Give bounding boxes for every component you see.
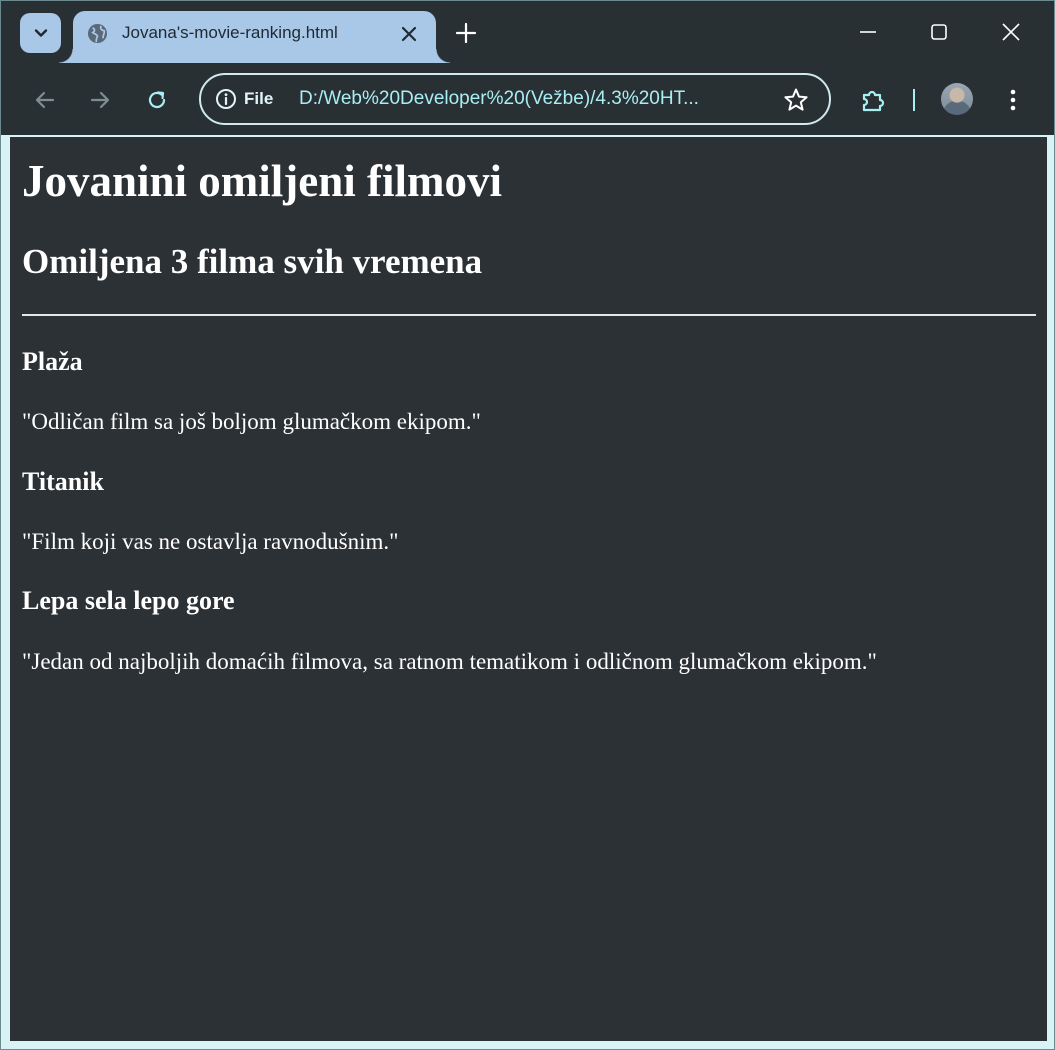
maximize-button[interactable] [924,17,954,47]
address-scheme-chip[interactable]: File [244,89,273,109]
menu-button[interactable] [999,86,1027,114]
maximize-icon [931,24,947,40]
close-window-button[interactable] [996,17,1026,47]
toolbar-divider [913,89,915,111]
browser-window: Jovana's-movie-ranking.html File D:/Web%… [0,0,1055,1050]
movie-title: Titanik [22,467,104,496]
star-icon[interactable] [783,87,809,113]
profile-avatar[interactable] [941,83,973,115]
reload-button[interactable] [143,86,171,114]
back-button[interactable] [31,86,59,114]
reload-icon [148,91,166,109]
info-icon[interactable] [215,88,237,110]
minimize-icon [860,31,876,33]
movie-title: Plaža [22,347,83,376]
movie-review: "Odličan film sa još boljom glumačkom ek… [22,409,481,434]
tab-title: Jovana's-movie-ranking.html [122,23,338,42]
globe-icon [87,23,108,44]
page-viewport: Jovanini omiljeni filmovi Omiljena 3 fil… [10,137,1047,1041]
toolbar: File D:/Web%20Developer%20(Vežbe)/4.3%20… [1,63,1054,135]
address-url[interactable]: D:/Web%20Developer%20(Vežbe)/4.3%20HT... [299,88,699,110]
arrow-left-icon [35,91,55,109]
page-title: Jovanini omiljeni filmovi [22,156,503,206]
tab-strip: Jovana's-movie-ranking.html [1,1,1054,63]
arrow-right-icon [90,91,110,109]
tab-search-button[interactable] [20,13,61,53]
page-subtitle: Omiljena 3 filma svih vremena [22,242,483,281]
minimize-button[interactable] [853,17,883,47]
close-icon [1002,23,1020,41]
puzzle-icon [862,90,885,112]
movie-review: "Jedan od najboljih domaćih filmova, sa … [22,649,877,674]
forward-button[interactable] [86,86,114,114]
more-vertical-icon [1010,89,1016,111]
movie-title: Lepa sela lepo gore [22,586,235,615]
close-tab-icon[interactable] [398,23,420,45]
address-bar[interactable]: File D:/Web%20Developer%20(Vežbe)/4.3%20… [199,73,831,125]
tab-active[interactable]: Jovana's-movie-ranking.html [59,11,450,63]
extensions-button[interactable] [859,86,887,114]
movie-review: "Film koji vas ne ostavlja ravnodušnim." [22,529,399,554]
chevron-down-icon [34,29,47,37]
new-tab-icon[interactable] [454,21,478,45]
divider [22,314,1036,316]
